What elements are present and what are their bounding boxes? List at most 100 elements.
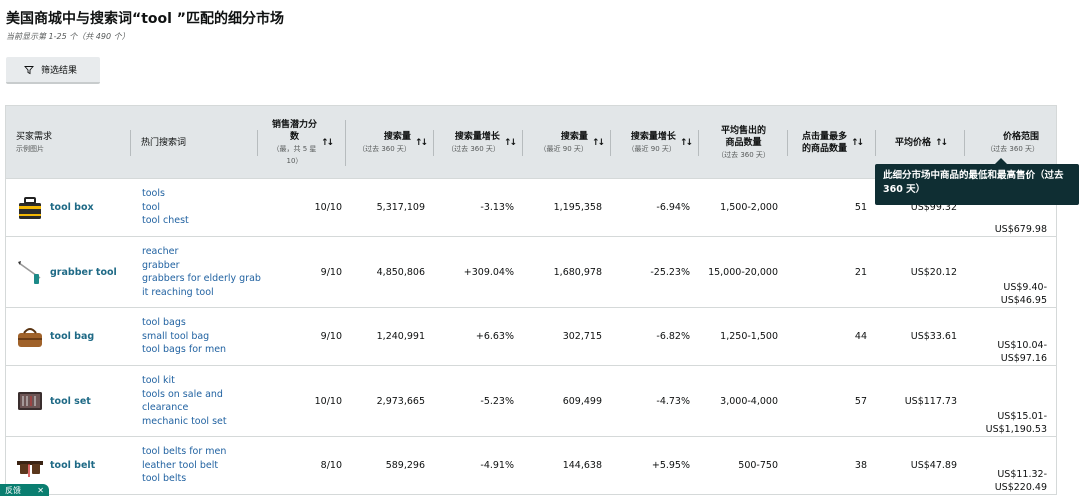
col-search-volume-90[interactable]: 搜索量 （最近 90 天） ↑↓	[523, 106, 611, 180]
page-title: 美国商城中与搜索词“tool ”匹配的细分市场	[6, 11, 285, 27]
col-search-volume-360[interactable]: 搜索量 （过去 360 天） ↑↓	[346, 106, 434, 180]
price-range: US$10.04- US$97.16	[997, 340, 1047, 364]
search-volume-90: 1,195,358	[553, 202, 602, 213]
search-volume-360: 1,240,991	[376, 331, 425, 342]
table-row: tool set tool kit tools on sale and clea…	[5, 366, 1057, 437]
search-term-link[interactable]: grabbers for elderly grab	[142, 272, 261, 286]
toolbox-image	[19, 196, 41, 219]
search-term-link[interactable]: tool	[142, 201, 160, 215]
most-clicked-count: 51	[854, 202, 867, 213]
search-volume-360: 4,850,806	[376, 266, 425, 278]
sort-icon[interactable]: ↑↓	[851, 138, 864, 148]
avg-units-sold: 1,500-2,000	[720, 202, 778, 213]
price-range: US$9.40- US$46.95	[1000, 282, 1047, 306]
price-range: US$11.32- US$220.49	[994, 469, 1047, 493]
results-count: 当前显示第 1-25 个（共 490 个）	[6, 32, 130, 41]
search-terms: tool bags small tool bag tool bags for m…	[142, 308, 267, 365]
sales-potential: 10/10	[314, 202, 342, 213]
avg-price: US$33.61	[910, 331, 957, 342]
most-clicked-count: 38	[854, 460, 867, 471]
search-term-link[interactable]: grabber	[142, 259, 180, 273]
search-growth-90: +5.95%	[651, 460, 690, 471]
sort-icon[interactable]: ↑↓	[321, 138, 334, 148]
avg-price: US$20.12	[910, 266, 957, 278]
feedback-button[interactable]: 反馈 ✕	[0, 484, 49, 496]
search-volume-360: 589,296	[385, 460, 425, 471]
search-term-link[interactable]: tool kit	[142, 374, 175, 388]
sales-potential: 9/10	[320, 266, 342, 278]
search-term-link[interactable]: clearance	[142, 401, 188, 415]
toolset-image	[18, 392, 42, 410]
sort-icon[interactable]: ↑↓	[504, 138, 517, 148]
segment-link[interactable]: grabber tool	[50, 267, 117, 278]
search-term-link[interactable]: it reaching tool	[142, 286, 214, 300]
segment-link[interactable]: tool box	[50, 202, 94, 213]
avg-price: US$117.73	[904, 395, 957, 407]
col-most-clicked[interactable]: 点击量最多 的商品数量 ↑↓	[788, 106, 876, 180]
grabber-image	[18, 261, 41, 284]
segment-link[interactable]: tool belt	[50, 460, 95, 471]
search-volume-90: 144,638	[562, 460, 602, 471]
sort-icon[interactable]: ↑↓	[680, 138, 693, 148]
segment-cell: tool set	[6, 366, 130, 436]
avg-units-sold: 1,250-1,500	[720, 331, 778, 342]
sales-potential: 10/10	[314, 395, 342, 407]
sort-icon[interactable]: ↑↓	[592, 138, 605, 148]
search-growth-90: -4.73%	[656, 395, 690, 407]
segment-cell: grabber tool	[6, 237, 130, 307]
search-volume-360: 5,317,109	[376, 202, 425, 213]
feedback-label: 反馈	[5, 485, 21, 495]
most-clicked-count: 44	[854, 331, 867, 342]
search-term-link[interactable]: tool belts for men	[142, 445, 226, 459]
search-terms: tool kit tools on sale and clearance mec…	[142, 366, 267, 436]
col-buyer-need: 买家需求 示例图片	[6, 106, 131, 180]
search-term-link[interactable]: tool bags	[142, 316, 186, 330]
close-icon[interactable]: ✕	[37, 486, 44, 495]
search-growth-360: -3.13%	[480, 202, 514, 213]
col-sales-potential[interactable]: 销售潜力分 数 （最，共 5 星 10） ↑↓	[258, 106, 346, 180]
search-term-link[interactable]: tool chest	[142, 214, 189, 228]
filter-results-button[interactable]: 筛选结果	[6, 57, 100, 84]
segment-cell: tool box	[6, 179, 130, 236]
table-row: tool belt tool belts for men leather too…	[5, 437, 1057, 495]
avg-price: US$47.89	[910, 460, 957, 471]
col-search-growth-360[interactable]: 搜索量增长 （过去 360 天） ↑↓	[434, 106, 523, 180]
search-growth-90: -6.82%	[656, 331, 690, 342]
search-growth-360: -5.23%	[480, 395, 514, 407]
search-term-link[interactable]: tools on sale and	[142, 388, 223, 402]
most-clicked-count: 21	[854, 266, 867, 278]
avg-units-sold: 15,000-20,000	[708, 266, 778, 278]
most-clicked-count: 57	[854, 395, 867, 407]
segment-link[interactable]: tool set	[50, 396, 91, 407]
search-terms: reacher grabber grabbers for elderly gra…	[142, 237, 267, 307]
sort-icon[interactable]: ↑↓	[935, 138, 948, 148]
table-row: tool bag tool bags small tool bag tool b…	[5, 308, 1057, 366]
search-term-link[interactable]: mechanic tool set	[142, 415, 227, 429]
search-term-link[interactable]: tools	[142, 187, 165, 201]
search-growth-90: -25.23%	[650, 266, 690, 278]
col-search-growth-90[interactable]: 搜索量增长 （最近 90 天） ↑↓	[611, 106, 699, 180]
table-row: grabber tool reacher grabber grabbers fo…	[5, 237, 1057, 308]
sort-icon[interactable]: ↑↓	[415, 138, 428, 148]
col-avg-units-sold[interactable]: 平均售出的 商品数量 （过去 360 天）	[699, 106, 788, 180]
search-term-link[interactable]: reacher	[142, 245, 178, 259]
price-range: US$15.01- US$1,190.53	[985, 411, 1047, 435]
search-growth-360: +309.04%	[463, 266, 514, 278]
segment-link[interactable]: tool bag	[50, 331, 94, 342]
search-growth-360: -4.91%	[480, 460, 514, 471]
segment-cell: tool bag	[6, 308, 130, 365]
filter-icon	[24, 65, 34, 74]
search-term-link[interactable]: tool belts	[142, 472, 186, 486]
toolbelt-image	[17, 460, 43, 477]
search-volume-90: 609,499	[562, 395, 602, 407]
search-volume-90: 1,680,978	[553, 266, 602, 278]
search-term-link[interactable]: small tool bag	[142, 330, 209, 344]
sales-potential: 9/10	[320, 331, 342, 342]
search-volume-90: 302,715	[562, 331, 602, 342]
sales-potential: 8/10	[320, 460, 342, 471]
price-range-tooltip: 此细分市场中商品的最低和最高售价（过去 360 天）	[875, 158, 1079, 205]
col-top-terms: 热门搜索词	[131, 106, 258, 180]
avg-units-sold: 3,000-4,000	[720, 395, 778, 407]
search-term-link[interactable]: tool bags for men	[142, 343, 226, 357]
search-term-link[interactable]: leather tool belt	[142, 459, 218, 473]
